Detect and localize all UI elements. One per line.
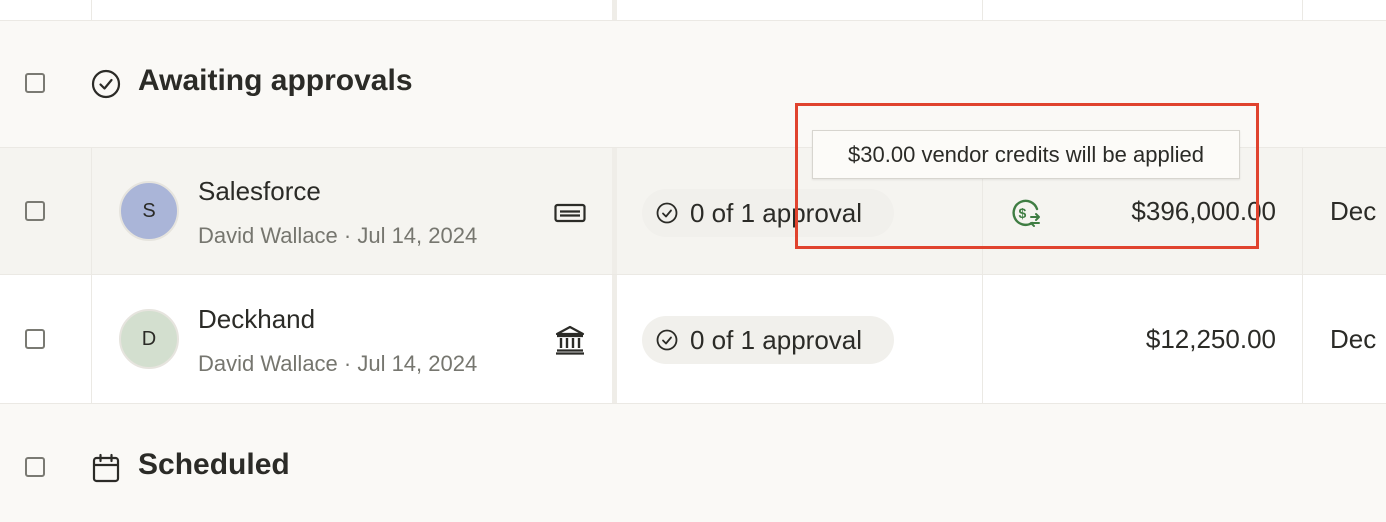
group-title-scheduled: Scheduled [138,448,290,481]
approval-status-badge[interactable]: 0 of 1 approval [642,316,894,364]
select-group-awaiting-checkbox[interactable] [25,73,45,93]
group-title-awaiting: Awaiting approvals [138,64,413,97]
vendor-subtitle: David Wallace · Jul 14, 2024 [198,351,478,376]
column-divider [1302,148,1303,274]
column-divider [91,275,92,403]
check-circle-icon [91,69,121,99]
row-select-checkbox[interactable] [25,201,45,221]
column-divider [982,275,983,403]
card-icon [554,201,586,225]
bank-icon [554,325,586,355]
row-select-checkbox[interactable] [25,329,45,349]
column-divider [612,0,617,20]
select-group-scheduled-checkbox[interactable] [25,457,45,477]
highlight-box [795,103,1259,249]
column-divider [1302,275,1303,403]
bill-amount: $12,250.00 [1145,324,1276,354]
column-divider [1302,0,1303,20]
calendar-icon [92,453,120,483]
vendor-subtitle: David Wallace · Jul 14, 2024 [198,223,478,248]
column-divider [982,0,983,20]
vendor-name[interactable]: Deckhand [198,304,315,335]
approval-status-text: 0 of 1 approval [690,324,863,355]
check-circle-icon [656,202,678,224]
check-circle-icon [656,329,678,351]
column-divider [612,148,617,274]
column-divider [91,0,92,20]
column-divider [612,275,617,403]
vendor-name[interactable]: Salesforce [198,176,321,207]
due-date: Dec [1330,196,1377,226]
avatar: D [119,309,179,369]
due-date: Dec [1330,324,1377,354]
previous-row [0,0,1386,20]
avatar: S [119,181,179,241]
column-divider [91,148,92,274]
